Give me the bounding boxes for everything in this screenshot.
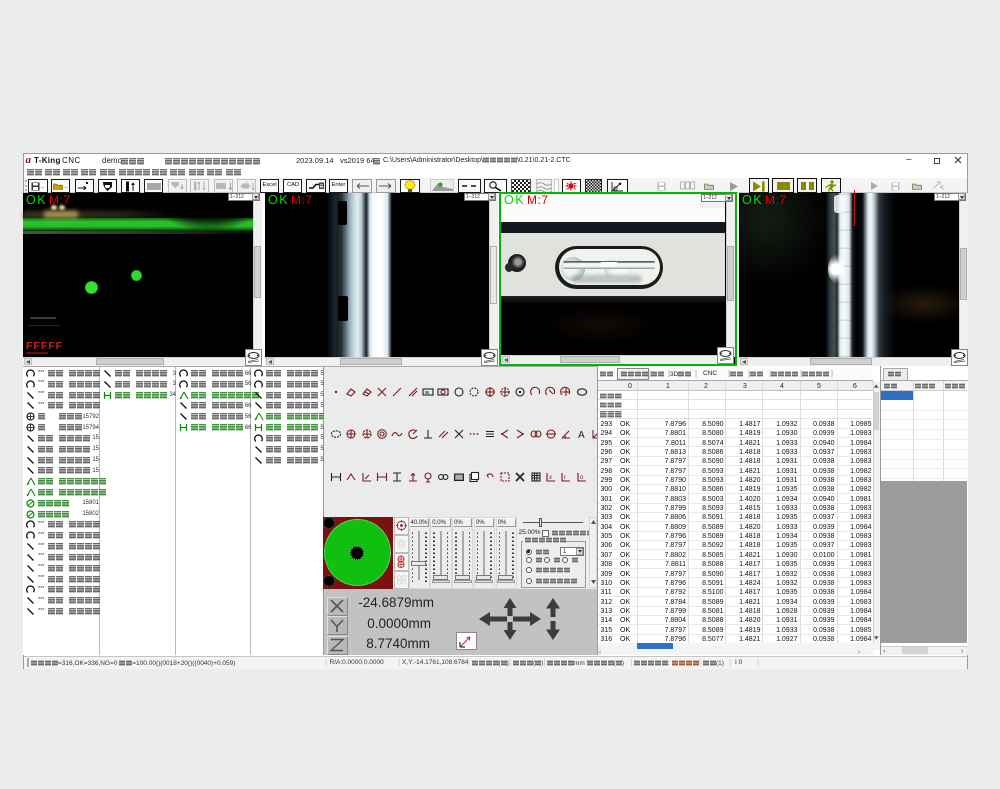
- svg-text:x: x: [549, 475, 552, 481]
